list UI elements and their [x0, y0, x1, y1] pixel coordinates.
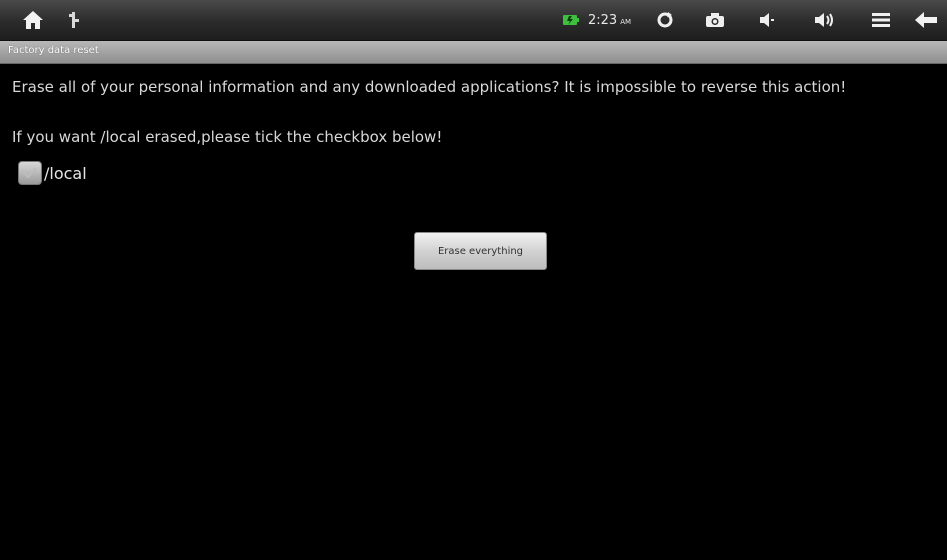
back-icon [915, 12, 937, 28]
title-bar: Factory data reset [0, 41, 947, 64]
home-button[interactable] [18, 4, 48, 36]
local-checkbox-label: /local [44, 163, 87, 183]
volume-down-icon [760, 13, 774, 27]
screenshot-button[interactable] [700, 4, 730, 36]
volume-up-icon [815, 13, 833, 27]
page-title: Factory data reset [8, 45, 99, 56]
usb-icon [69, 12, 79, 28]
volume-down-button[interactable] [752, 4, 782, 36]
warning-message: Erase all of your personal information a… [12, 78, 847, 96]
erase-everything-button[interactable]: Erase everything [414, 232, 547, 270]
volume-up-button[interactable] [808, 4, 842, 36]
menu-button[interactable] [866, 4, 896, 36]
usb-notification[interactable] [62, 4, 86, 36]
instruction-text: If you want /local erased,please tick th… [12, 128, 443, 146]
checkmark-icon [23, 167, 37, 179]
menu-icon [872, 13, 890, 27]
local-checkbox-row[interactable]: /local [18, 160, 87, 186]
status-bar: 2:23 AM [0, 0, 947, 41]
back-button[interactable] [910, 4, 942, 36]
clock-time: 2:23 [588, 12, 618, 28]
clock-ampm: AM [620, 18, 632, 26]
battery-icon [563, 15, 579, 25]
screen: 2:23 AM Factory data reset Erase all of … [0, 0, 947, 560]
clock: 2:23 AM [588, 0, 631, 40]
camera-icon [706, 13, 724, 27]
home-icon [23, 11, 43, 29]
refresh-button[interactable] [650, 4, 680, 36]
local-checkbox[interactable] [18, 161, 42, 185]
battery-indicator [560, 4, 582, 36]
refresh-icon [657, 12, 673, 28]
